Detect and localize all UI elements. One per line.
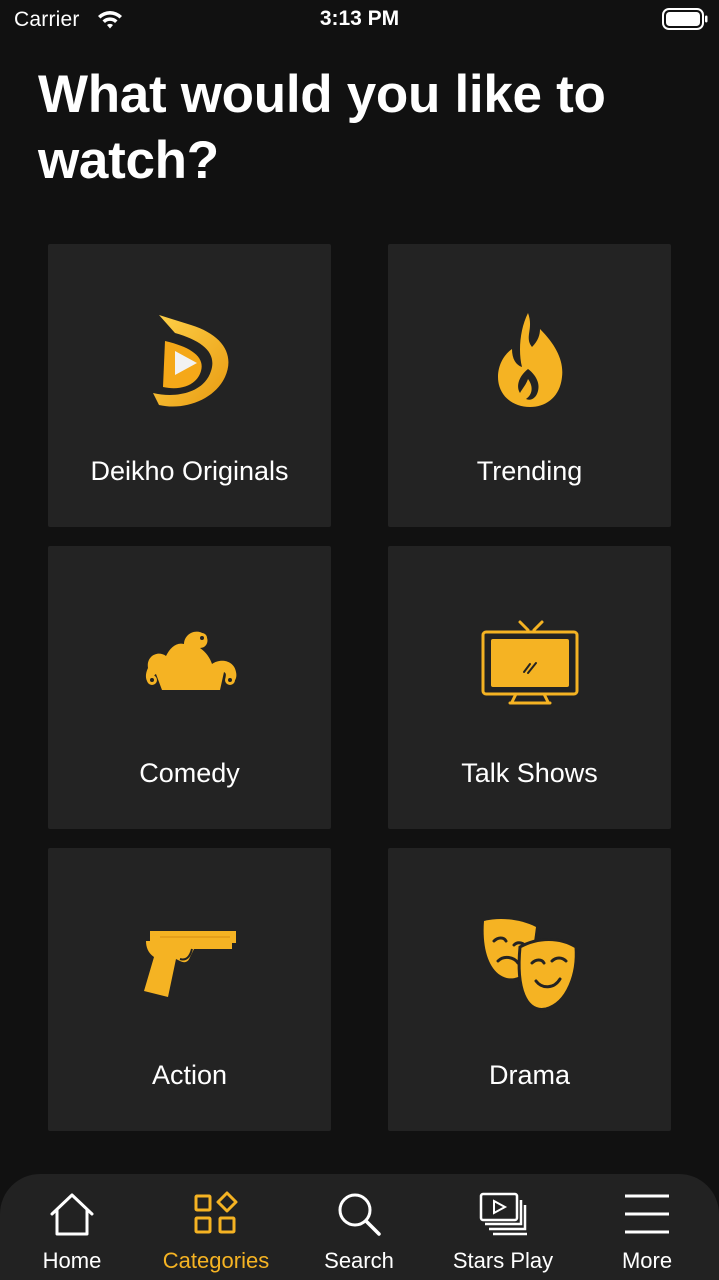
category-tile-deikho-originals[interactable]: Deikho Originals [48,244,331,527]
category-label: Action [151,1060,228,1090]
tab-label: Home [42,1248,102,1273]
tab-more[interactable]: More [577,1174,717,1280]
tab-label: Categories [162,1248,270,1273]
tab-home[interactable]: Home [2,1174,142,1280]
categories-screen: Carrier 3:13 PM What would you like to w… [0,0,719,1280]
deikho-logo-icon [135,306,245,416]
category-label: Talk Shows [461,758,598,788]
category-tile-talk-shows[interactable]: Talk Shows [388,546,671,829]
category-label: Trending [476,456,583,486]
jester-hat-icon [135,608,245,718]
stars-play-icon [477,1188,529,1240]
bottom-tab-bar: Home Categories Search Stars Play More [0,1174,719,1280]
category-tile-drama[interactable]: Drama [388,848,671,1131]
categories-icon [190,1188,242,1240]
pistol-icon [135,910,245,1020]
tab-stars-play[interactable]: Stars Play [433,1174,573,1280]
category-label: Comedy [139,758,240,788]
tab-label: More [621,1248,673,1273]
category-label: Deikho Originals [90,456,289,486]
tab-search[interactable]: Search [289,1174,429,1280]
tv-icon [475,608,585,718]
category-label: Drama [488,1060,570,1090]
category-tile-trending[interactable]: Trending [388,244,671,527]
category-grid: Deikho Originals Trending Comedy Talk Sh… [0,0,719,1160]
tab-label: Stars Play [452,1248,554,1273]
theater-masks-icon [475,910,585,1020]
tab-label: Search [324,1248,394,1273]
category-tile-comedy[interactable]: Comedy [48,546,331,829]
search-icon [333,1188,385,1240]
category-tile-action[interactable]: Action [48,848,331,1131]
menu-icon [621,1188,673,1240]
tab-categories[interactable]: Categories [146,1174,286,1280]
home-icon [46,1188,98,1240]
flame-icon [475,306,585,416]
